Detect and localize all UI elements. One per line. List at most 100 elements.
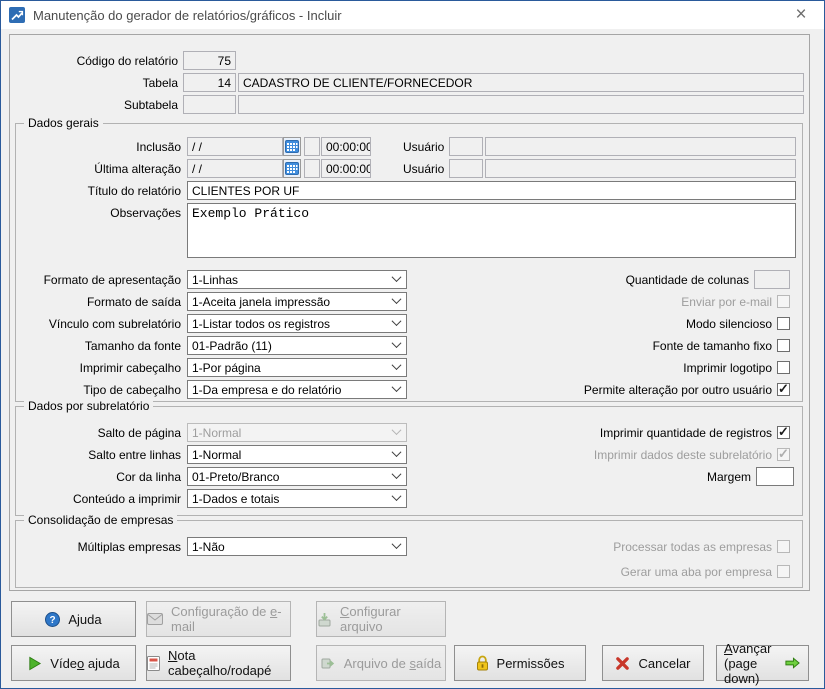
tabela-name-field[interactable]: CADASTRO DE CLIENTE/FORNECEDOR	[238, 73, 804, 92]
combo-value: 01-Preto/Branco	[192, 470, 393, 484]
video-ajuda-button[interactable]: Vídeo ajuda	[11, 645, 136, 681]
subtabela-label: Subtabela	[10, 98, 183, 112]
observacoes-label: Observações	[16, 203, 184, 220]
cor-linha-row: Cor da linha 01-Preto/Branco Margem	[16, 467, 802, 486]
inclusao-mini-field[interactable]	[304, 137, 320, 156]
combo-value: 1-Normal	[192, 426, 393, 440]
multiplas-empresas-combo[interactable]: 1-Não	[187, 537, 407, 556]
chevron-down-icon	[392, 316, 402, 326]
multiplas-empresas-row: Múltiplas empresas 1-Não Processar todas…	[16, 537, 802, 556]
observacoes-textarea[interactable]: Exemplo Prático	[187, 203, 796, 258]
window-title: Manutenção do gerador de relatórios/gráf…	[33, 8, 786, 23]
formato-apresentacao-combo[interactable]: 1-Linhas	[187, 270, 407, 289]
fonte-fixa-label: Fonte de tamanho fixo	[653, 339, 777, 353]
gerar-aba-empresa-label: Gerar uma aba por empresa	[621, 565, 777, 579]
formato-saida-combo[interactable]: 1-Aceita janela impressão	[187, 292, 407, 311]
inclusao-date-field[interactable]: / /	[187, 137, 283, 156]
subtabela-name-field[interactable]	[238, 95, 804, 114]
subtabela-row: Subtabela	[10, 95, 804, 114]
combo-value: 1-Linhas	[192, 273, 393, 287]
ultima-usuario-code-field[interactable]	[449, 159, 483, 178]
calendar-icon[interactable]	[283, 137, 301, 156]
combo-value: 1-Normal	[192, 448, 393, 462]
titlebar: Manutenção do gerador de relatórios/gráf…	[1, 1, 824, 29]
conteudo-imprimir-label: Conteúdo a imprimir	[16, 492, 184, 506]
titulo-input[interactable]: CLIENTES POR UF	[187, 181, 796, 200]
file-config-icon	[317, 612, 332, 627]
tabela-label: Tabela	[10, 76, 183, 90]
combo-value: 1-Listar todos os registros	[192, 317, 393, 331]
modo-silencioso-checkbox[interactable]	[777, 317, 790, 330]
ultima-time-field[interactable]: 00:00:00	[321, 159, 371, 178]
inclusao-usuario-code-field[interactable]	[449, 137, 483, 156]
vinculo-subrelatorio-label: Vínculo com subrelatório	[16, 317, 184, 331]
inclusao-time-field[interactable]: 00:00:00	[321, 137, 371, 156]
processar-todas-empresas-checkbox	[777, 540, 790, 553]
formato-saida-row: Formato de saída 1-Aceita janela impress…	[16, 292, 802, 311]
note-document-icon	[147, 656, 160, 671]
cor-linha-combo[interactable]: 01-Preto/Branco	[187, 467, 407, 486]
enviar-email-checkbox	[777, 295, 790, 308]
codigo-field[interactable]: 75	[183, 51, 236, 70]
combo-value: 1-Dados e totais	[192, 492, 393, 506]
avancar-button[interactable]: Avançar (page down)	[716, 645, 809, 681]
chart-arrow-icon	[9, 7, 25, 23]
combo-value: 1-Da empresa e do relatório	[192, 383, 393, 397]
ultima-usuario-name-field[interactable]	[485, 159, 796, 178]
codigo-row: Código do relatório 75	[10, 51, 804, 70]
ultima-alteracao-label: Última alteração	[16, 162, 184, 176]
tipo-cabecalho-combo[interactable]: 1-Da empresa e do relatório	[187, 380, 407, 399]
ultima-mini-field[interactable]	[304, 159, 320, 178]
inclusao-label: Inclusão	[16, 140, 184, 154]
permissoes-button[interactable]: Permissões	[454, 645, 586, 681]
imprimir-dados-subrelatorio-checkbox	[777, 448, 790, 461]
salto-linhas-combo[interactable]: 1-Normal	[187, 445, 407, 464]
subrelatorio-legend: Dados por subrelatório	[24, 399, 153, 413]
calendar-icon[interactable]	[283, 159, 301, 178]
form-panel: Código do relatório 75 Tabela 14 CADASTR…	[9, 34, 810, 591]
conteudo-imprimir-combo[interactable]: 1-Dados e totais	[187, 489, 407, 508]
group-dados-gerais: Dados gerais Inclusão / /	[15, 123, 803, 402]
green-arrow-right-icon	[784, 656, 801, 670]
tabela-row: Tabela 14 CADASTRO DE CLIENTE/FORNECEDOR	[10, 73, 804, 92]
imprimir-logotipo-checkbox[interactable]	[777, 361, 790, 374]
permite-alteracao-checkbox[interactable]	[777, 383, 790, 396]
ajuda-button[interactable]: ? Ajuda	[11, 601, 136, 637]
inclusao-usuario-name-field[interactable]	[485, 137, 796, 156]
enviar-email-label: Enviar por e-mail	[681, 295, 777, 309]
group-consolidacao: Consolidação de empresas Múltiplas empre…	[15, 520, 803, 588]
subtabela-code-field[interactable]	[183, 95, 236, 114]
combo-value: 1-Por página	[192, 361, 393, 375]
ultima-date-field[interactable]: / /	[187, 159, 283, 178]
permite-alteracao-label: Permite alteração por outro usuário	[584, 383, 777, 397]
header-fields: Código do relatório 75 Tabela 14 CADASTR…	[10, 51, 804, 117]
imprimir-cabecalho-combo[interactable]: 1-Por página	[187, 358, 407, 377]
titulo-row: Título do relatório CLIENTES POR UF	[16, 181, 802, 200]
chevron-down-icon	[392, 294, 402, 304]
margem-input[interactable]	[756, 467, 794, 486]
imprimir-cabecalho-row: Imprimir cabeçalho 1-Por página Imprimir…	[16, 358, 802, 377]
tabela-code-field[interactable]: 14	[183, 73, 236, 92]
tamanho-fonte-label: Tamanho da fonte	[16, 339, 184, 353]
formato-apresentacao-row: Formato de apresentação 1-Linhas Quantid…	[16, 270, 802, 289]
padlock-icon	[476, 655, 489, 671]
imprimir-dados-subrelatorio-label: Imprimir dados deste subrelatório	[594, 448, 777, 462]
salto-linhas-label: Salto entre linhas	[16, 448, 184, 462]
combo-value: 1-Não	[192, 540, 393, 554]
imprimir-qtd-registros-checkbox[interactable]	[777, 426, 790, 439]
file-export-icon	[321, 656, 336, 671]
tipo-cabecalho-row: Tipo de cabeçalho 1-Da empresa e do rela…	[16, 380, 802, 399]
consolidacao-legend: Consolidação de empresas	[24, 513, 177, 527]
nota-cabecalho-rodape-button[interactable]: Nota cabeçalho/rodapé	[146, 645, 291, 681]
configuracao-email-button: Configuração de e-mail	[146, 601, 291, 637]
close-x-icon[interactable]: ×	[786, 1, 816, 29]
dados-gerais-legend: Dados gerais	[24, 116, 103, 130]
chevron-down-icon	[392, 469, 402, 479]
vinculo-subrelatorio-combo[interactable]: 1-Listar todos os registros	[187, 314, 407, 333]
tipo-cabecalho-label: Tipo de cabeçalho	[16, 383, 184, 397]
fonte-fixa-checkbox[interactable]	[777, 339, 790, 352]
codigo-label: Código do relatório	[10, 54, 183, 68]
cancelar-button[interactable]: Cancelar	[602, 645, 704, 681]
imprimir-logotipo-label: Imprimir logotipo	[683, 361, 777, 375]
tamanho-fonte-combo[interactable]: 01-Padrão (11)	[187, 336, 407, 355]
